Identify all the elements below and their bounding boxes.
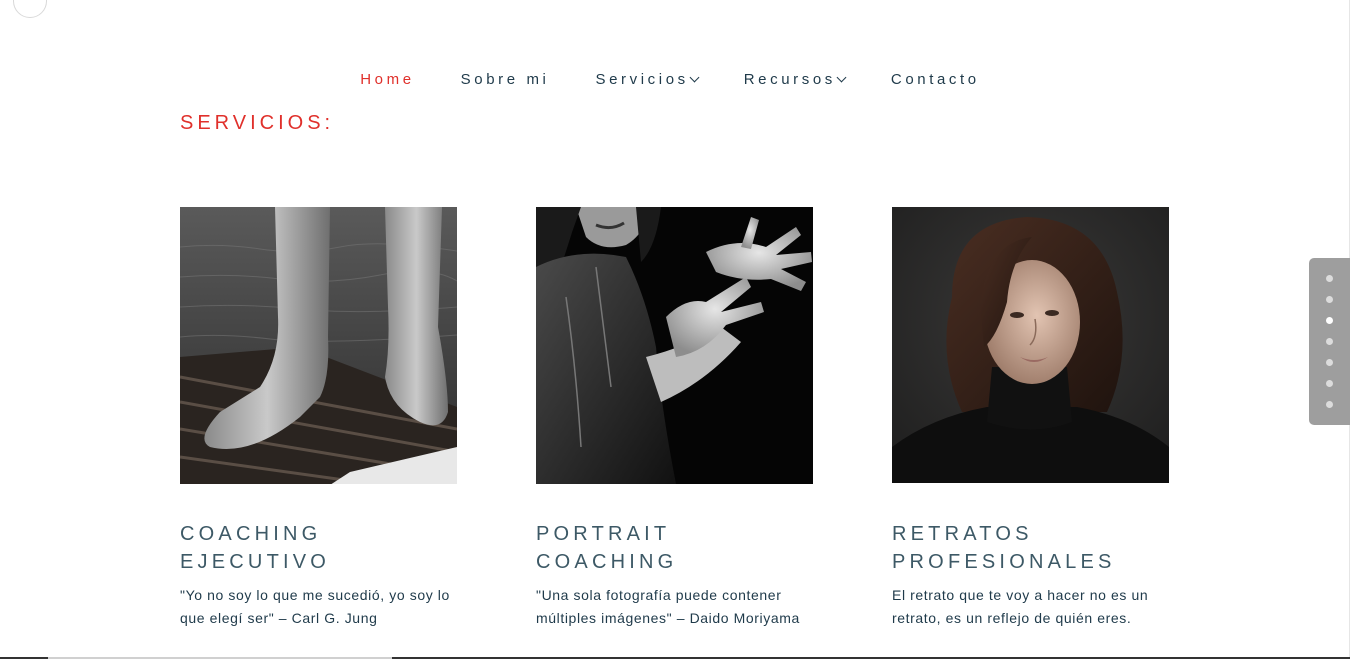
section-dot[interactable] (1326, 296, 1333, 303)
chevron-down-icon (689, 72, 700, 82)
service-image-hands-gesture[interactable] (536, 207, 813, 484)
section-dot-navigation (1309, 258, 1350, 425)
nav-item-contacto[interactable]: Contacto (891, 71, 980, 88)
service-image-feet-on-deck[interactable] (180, 207, 457, 484)
service-card-retratos-profesionales: RETRATOS PROFESIONALES El retrato que te… (892, 207, 1169, 630)
service-card-description: "Una sola fotografía puede contener múlt… (536, 587, 800, 626)
nav-item-label: Contacto (890, 71, 980, 88)
nav-item-label: Recursos (743, 71, 836, 88)
service-card-description: El retrato que te voy a hacer no es un r… (892, 587, 1149, 626)
service-card-title-line: COACHING (180, 523, 322, 545)
nav-item-recursos[interactable]: Recursos (743, 71, 847, 88)
section-dot-active[interactable] (1326, 317, 1333, 324)
page: Home Sobre mi Servicios Recursos Contact… (0, 0, 1350, 659)
service-card-title-line: RETRATOS (892, 523, 1033, 545)
service-card-title: PORTRAIT COACHING (536, 520, 813, 576)
service-image-woman-portrait[interactable] (892, 207, 1169, 484)
scroll-top-circle-button[interactable] (13, 0, 47, 18)
section-dot[interactable] (1326, 359, 1333, 366)
service-card-title: COACHING EJECUTIVO (180, 520, 457, 576)
service-card-description: "Yo no soy lo que me sucedió, yo soy lo … (180, 587, 450, 626)
section-dot[interactable] (1326, 380, 1333, 387)
section-title: SERVICIOS: (180, 112, 335, 134)
nav-item-home[interactable]: Home (360, 71, 414, 88)
service-card-coaching-ejecutivo: COACHING EJECUTIVO "Yo no soy lo que me … (180, 207, 457, 630)
service-card-title-line: EJECUTIVO (180, 551, 331, 573)
service-card-title-line: PORTRAIT (536, 523, 671, 545)
nav-item-label: Sobre mi (460, 71, 550, 88)
chevron-down-icon (836, 72, 847, 82)
nav-item-servicios[interactable]: Servicios (595, 71, 700, 88)
main-nav-list: Home Sobre mi Servicios Recursos Contact… (360, 71, 980, 88)
service-card-title: RETRATOS PROFESIONALES (892, 520, 1169, 576)
service-card-portrait-coaching: PORTRAIT COACHING "Una sola fotografía p… (536, 207, 813, 630)
service-card-title-line: COACHING (536, 551, 678, 573)
service-card-title-line: PROFESIONALES (892, 551, 1116, 573)
section-dot[interactable] (1326, 401, 1333, 408)
section-dot[interactable] (1326, 275, 1333, 282)
main-nav: Home Sobre mi Servicios Recursos Contact… (0, 71, 1350, 88)
section-dot[interactable] (1326, 338, 1333, 345)
nav-item-label: Servicios (595, 71, 689, 88)
nav-item-sobre-mi[interactable]: Sobre mi (461, 71, 550, 88)
nav-item-label: Home (360, 71, 415, 88)
